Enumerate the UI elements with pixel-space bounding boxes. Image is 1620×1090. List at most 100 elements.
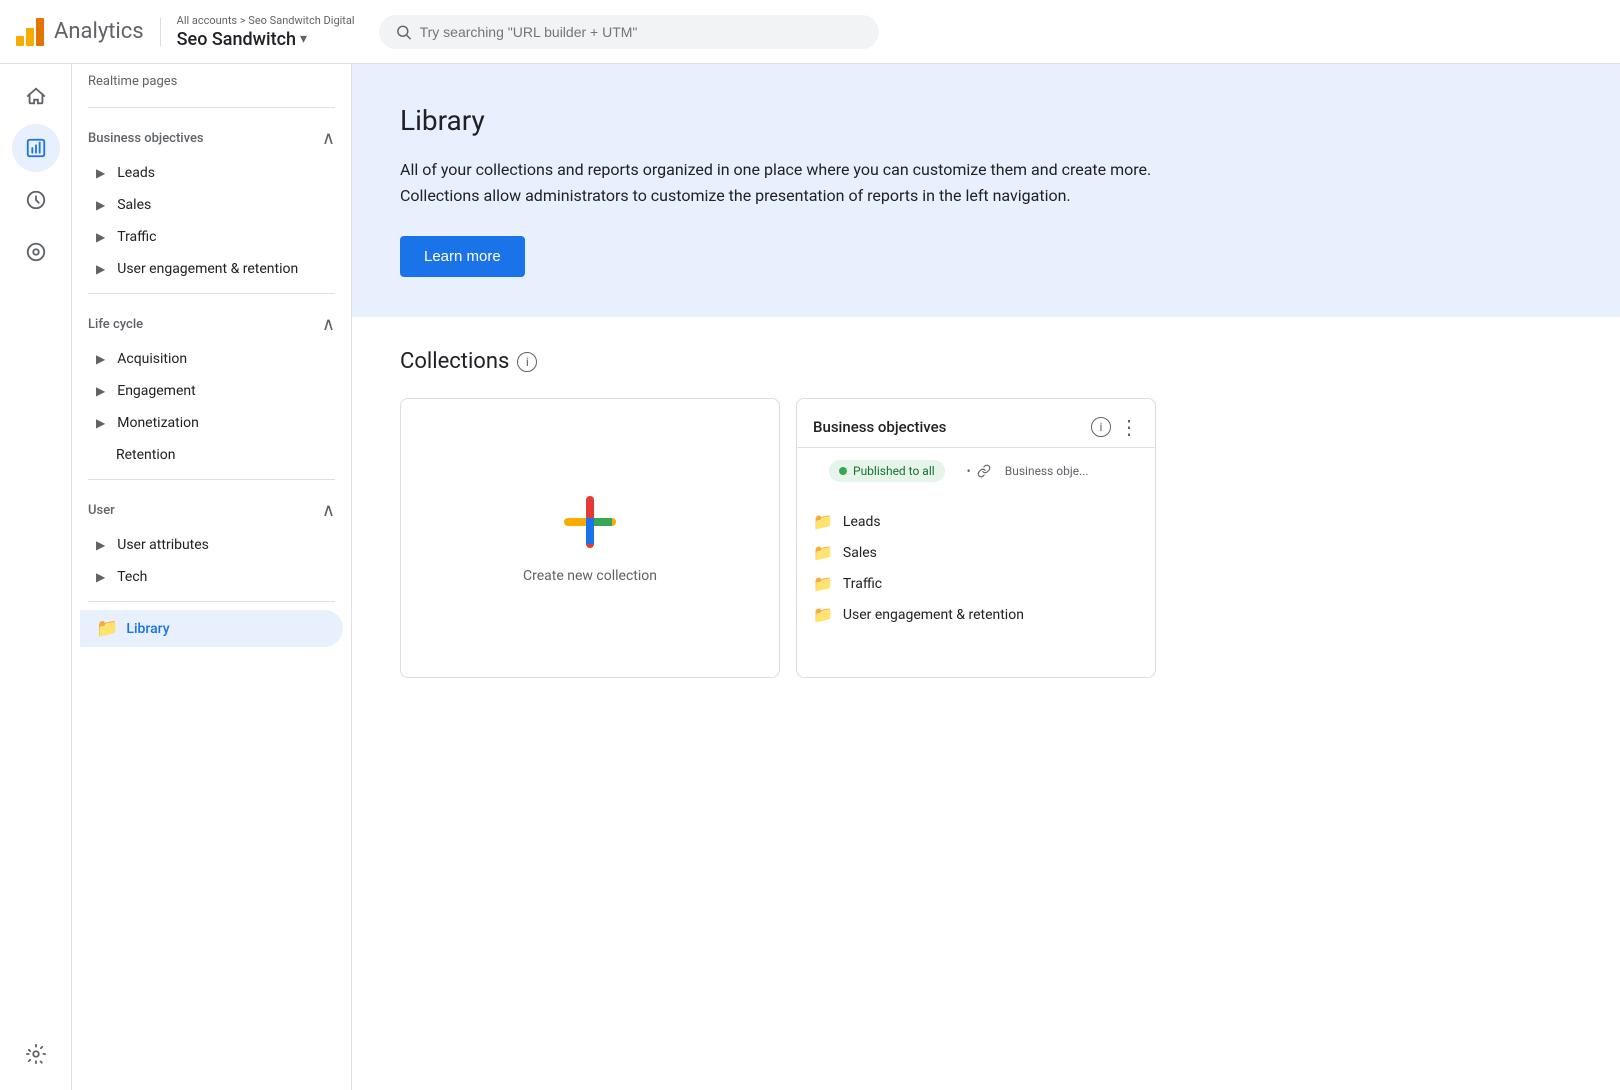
nav-item-label: Sales [117, 197, 151, 213]
arrow-icon: ▶ [96, 262, 105, 276]
main-layout: Realtime pages Business objectives ∧ ▶ L… [0, 64, 1620, 1090]
logo-bar-2 [26, 28, 34, 46]
biz-card-subtitle: Business obje... [1005, 464, 1089, 478]
section-header-user[interactable]: User ∧ [72, 488, 351, 529]
nav-item-traffic[interactable]: ▶ Traffic [72, 221, 343, 253]
arrow-icon: ▶ [96, 230, 105, 244]
sidebar-item-reports[interactable] [12, 124, 60, 172]
biz-card-badge-row: Published to all • Business obje... [797, 448, 1155, 498]
icon-sidebar [0, 64, 72, 1090]
sidebar-item-advertising[interactable] [12, 228, 60, 276]
arrow-icon: ▶ [96, 198, 105, 212]
breadcrumb: All accounts > Seo Sandwitch Digital [177, 14, 355, 27]
header: Analytics All accounts > Seo Sandwitch D… [0, 0, 1620, 64]
nav-item-label: Tech [117, 569, 147, 585]
settings-icon [25, 1043, 47, 1065]
biz-card-items: 📁 Leads 📁 Sales 📁 Traffic 📁 [797, 498, 1155, 638]
nav-item-library[interactable]: 📁 Library [80, 610, 343, 647]
business-objectives-card: Business objectives i ⋮ Published to all… [796, 398, 1156, 678]
collections-header: Collections i [400, 349, 1572, 374]
nav-item-label: User attributes [117, 537, 209, 553]
section-header-business-objectives[interactable]: Business objectives ∧ [72, 116, 351, 157]
property-selector[interactable]: Seo Sandwitch ▾ [177, 29, 355, 50]
biz-card-item-traffic: 📁 Traffic [813, 568, 1139, 599]
nav-item-label: Library [126, 621, 169, 637]
folder-icon: 📁 [96, 618, 118, 639]
section-title-life-cycle: Life cycle [88, 317, 143, 332]
nav-item-user-attributes[interactable]: ▶ User attributes [72, 529, 343, 561]
learn-more-button[interactable]: Learn more [400, 236, 525, 277]
collections-title: Collections [400, 349, 509, 374]
nav-sidebar: Realtime pages Business objectives ∧ ▶ L… [72, 64, 352, 1090]
nav-item-user-engagement[interactable]: ▶ User engagement & retention [72, 253, 343, 285]
biz-card-header: Business objectives i ⋮ [797, 399, 1155, 448]
search-icon [395, 23, 412, 41]
sidebar-item-settings[interactable] [12, 1030, 60, 1078]
collections-info-icon[interactable]: i [517, 352, 537, 372]
link-icon [977, 464, 991, 478]
folder-icon: 📁 [813, 605, 833, 624]
nav-item-label: Engagement [117, 383, 195, 399]
home-icon [25, 85, 47, 107]
arrow-icon: ▶ [96, 570, 105, 584]
section-life-cycle: Life cycle ∧ ▶ Acquisition ▶ Engagement … [72, 302, 351, 471]
section-header-life-cycle[interactable]: Life cycle ∧ [72, 302, 351, 343]
arrow-icon: ▶ [96, 416, 105, 430]
badge-dot [839, 467, 847, 475]
item-label: User engagement & retention [843, 607, 1024, 623]
explore-icon [25, 189, 47, 211]
folder-icon: 📁 [813, 543, 833, 562]
realtime-pages-label: Realtime pages [72, 64, 351, 99]
search-input[interactable] [420, 24, 863, 40]
section-title-user: User [88, 503, 115, 518]
create-new-collection-card[interactable]: Create new collection [400, 398, 780, 678]
nav-item-retention[interactable]: Retention [72, 439, 343, 471]
sidebar-item-home[interactable] [12, 72, 60, 120]
logo-bar-3 [36, 18, 44, 46]
nav-item-label: Acquisition [117, 351, 187, 367]
biz-card-more-icon[interactable]: ⋮ [1119, 415, 1139, 439]
app-name: Analytics [54, 19, 144, 44]
nav-item-label: Retention [116, 447, 176, 463]
library-banner: Library All of your collections and repo… [352, 64, 1620, 317]
folder-icon: 📁 [813, 574, 833, 593]
main-content: Library All of your collections and repo… [352, 64, 1620, 1090]
badge-label: Published to all [853, 464, 935, 478]
advertising-icon [25, 241, 47, 263]
nav-item-monetization[interactable]: ▶ Monetization [72, 407, 343, 439]
plus-icon [560, 492, 620, 552]
item-label: Sales [843, 545, 877, 561]
nav-item-sales[interactable]: ▶ Sales [72, 189, 343, 221]
nav-item-label: Traffic [117, 229, 156, 245]
biz-card-actions: i ⋮ [1091, 415, 1139, 439]
search-bar[interactable] [379, 15, 879, 49]
divider-4 [88, 601, 335, 602]
google-analytics-logo [16, 18, 44, 46]
item-label: Traffic [843, 576, 882, 592]
arrow-icon: ▶ [96, 166, 105, 180]
nav-item-label: User engagement & retention [117, 261, 298, 277]
biz-card-info-icon[interactable]: i [1091, 417, 1111, 437]
item-label: Leads [843, 514, 881, 530]
divider-2 [88, 293, 335, 294]
sidebar-item-explore[interactable] [12, 176, 60, 224]
section-user: User ∧ ▶ User attributes ▶ Tech [72, 488, 351, 593]
biz-card-item-user-engagement: 📁 User engagement & retention [813, 599, 1139, 630]
logo-section: Analytics [16, 18, 161, 46]
library-title: Library [400, 104, 1572, 137]
section-business-objectives: Business objectives ∧ ▶ Leads ▶ Sales ▶ … [72, 116, 351, 285]
nav-item-leads[interactable]: ▶ Leads [72, 157, 343, 189]
logo-bar-1 [16, 36, 24, 46]
arrow-icon: ▶ [96, 538, 105, 552]
biz-card-title: Business objectives [813, 418, 946, 436]
chevron-down-icon: ▾ [300, 31, 307, 47]
nav-item-acquisition[interactable]: ▶ Acquisition [72, 343, 343, 375]
nav-item-tech[interactable]: ▶ Tech [72, 561, 343, 593]
arrow-icon: ▶ [96, 384, 105, 398]
nav-item-label: Monetization [117, 415, 199, 431]
collections-section: Collections i Create new [352, 317, 1620, 710]
collapse-icon: ∧ [322, 500, 335, 521]
biz-card-item-leads: 📁 Leads [813, 506, 1139, 537]
create-card-label: Create new collection [523, 568, 657, 584]
nav-item-engagement[interactable]: ▶ Engagement [72, 375, 343, 407]
